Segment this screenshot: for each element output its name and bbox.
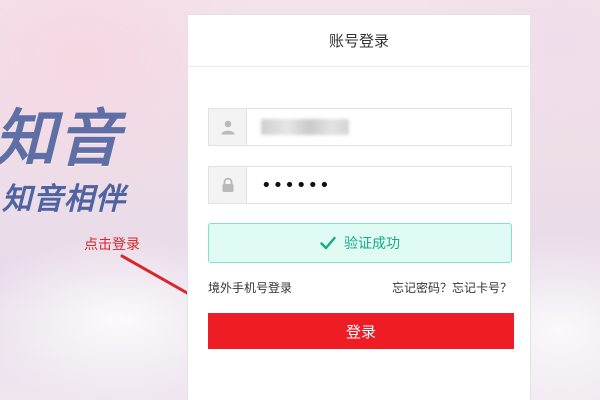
- login-links: 境外手机号登录 忘记密码？忘记卡号？: [208, 279, 512, 296]
- login-button[interactable]: 登录: [208, 313, 514, 349]
- verify-success-box: 验证成功: [208, 223, 512, 263]
- username-input[interactable]: [247, 109, 511, 145]
- username-field[interactable]: [208, 108, 512, 146]
- password-value: ••••••: [261, 174, 331, 196]
- check-icon: [320, 236, 336, 250]
- verify-status-text: 验证成功: [344, 236, 400, 252]
- password-input[interactable]: ••••••: [247, 167, 511, 203]
- click-login-hint: 点击登录: [84, 237, 140, 253]
- username-masked-value: [261, 119, 349, 135]
- brand-logo-text: 知音: [0, 102, 123, 175]
- login-panel: 账号登录 •••••• 验证成功 境外手机号登录 忘记密码？忘记卡号？ 登录: [187, 14, 531, 400]
- forgot-password-card-link[interactable]: 忘记密码？忘记卡号？: [392, 279, 512, 296]
- user-icon: [209, 109, 247, 145]
- brand-slogan: 知音相伴: [2, 182, 126, 217]
- login-title: 账号登录: [188, 15, 530, 67]
- overseas-phone-login-link[interactable]: 境外手机号登录: [208, 279, 292, 296]
- password-field[interactable]: ••••••: [208, 166, 512, 204]
- lock-icon: [209, 167, 247, 203]
